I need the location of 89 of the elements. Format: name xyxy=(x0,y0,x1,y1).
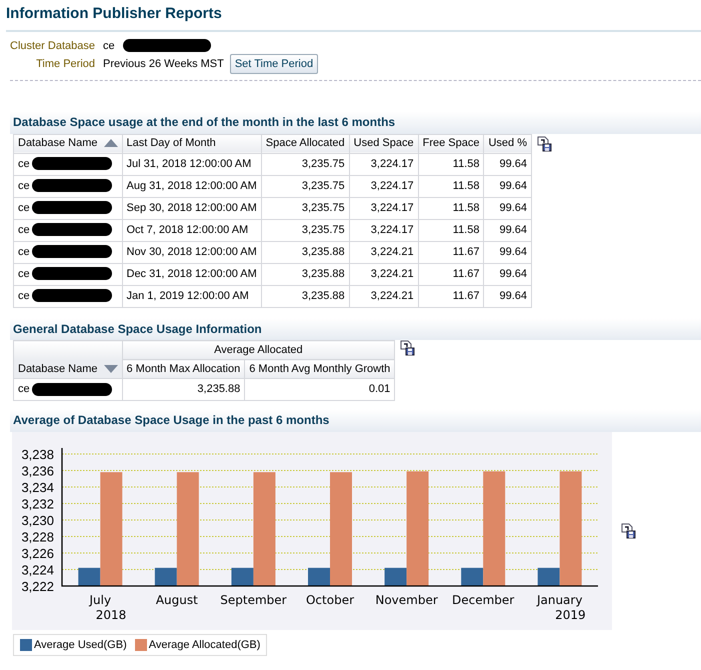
export-icon[interactable] xyxy=(536,136,552,152)
y-tick-label: 3,224 xyxy=(21,562,54,577)
x-tick-label: 2018 xyxy=(96,608,126,622)
section-title: Average of Database Space Usage in the past 6 months xyxy=(13,412,330,429)
table-cell: 0.01 xyxy=(244,378,395,400)
database-name: ce xyxy=(18,268,30,280)
column-header[interactable]: Last Day of Month xyxy=(122,134,262,153)
table-cell: Sep 30, 2018 12:00:00 AM xyxy=(122,197,262,219)
column-header[interactable]: Database Name xyxy=(14,360,122,378)
legend-label: Average Used(GB) xyxy=(34,638,127,652)
table-cell: 3,235.88 xyxy=(122,378,245,400)
table-cell: 11.58 xyxy=(418,219,484,241)
table-cell: 3,235.75 xyxy=(261,175,350,197)
x-tick-label: July xyxy=(90,592,112,606)
table-cell: 99.64 xyxy=(484,153,532,175)
field-value: ce xyxy=(103,38,115,54)
y-tick-label: 3,234 xyxy=(21,480,54,494)
table-cell: 99.64 xyxy=(484,285,532,307)
database-name: ce xyxy=(18,246,30,258)
table-cell: Dec 31, 2018 12:00:00 AM xyxy=(122,263,262,285)
page-title: Information Publisher Reports xyxy=(6,4,222,24)
table-cell: 3,235.88 xyxy=(261,263,350,285)
database-name: ce xyxy=(18,290,30,302)
column-header[interactable]: Space Allocated xyxy=(261,134,350,153)
table-cell: 99.64 xyxy=(484,175,532,197)
table-cell: 3,224.17 xyxy=(349,153,418,175)
sort-ascending-icon[interactable] xyxy=(104,139,118,148)
legend-label: Average Allocated(GB) xyxy=(148,638,260,652)
table-cell: 3,224.17 xyxy=(349,219,418,241)
column-header[interactable]: Database Name xyxy=(14,134,122,153)
set-time-period-button[interactable]: Set Time Period xyxy=(230,54,318,74)
column-header[interactable]: Free Space xyxy=(418,134,484,153)
table-cell: Jan 1, 2019 12:00:00 AM xyxy=(122,285,262,307)
column-header[interactable]: 6 Month Avg Monthly Growth xyxy=(244,360,395,378)
table-cell: 11.58 xyxy=(418,197,484,219)
section-title: Database Space usage at the end of the month in the last 6 months xyxy=(13,114,396,131)
y-tick-label: 3,238 xyxy=(21,446,54,462)
y-tick-label: 3,228 xyxy=(21,529,54,544)
table-cell: Oct 7, 2018 12:00:00 AM xyxy=(122,219,262,241)
field-label: Time Period xyxy=(35,56,95,72)
database-name: ce xyxy=(18,158,30,170)
export-icon[interactable] xyxy=(399,340,416,356)
table-cell: 3,235.75 xyxy=(261,219,350,241)
export-icon[interactable] xyxy=(620,522,636,538)
y-tick-label: 3,236 xyxy=(21,463,54,478)
table-cell: 3,224.17 xyxy=(349,175,418,197)
column-header[interactable]: Used % xyxy=(484,134,532,153)
database-name: ce xyxy=(18,180,30,192)
table-cell: Aug 31, 2018 12:00:00 AM xyxy=(122,175,262,197)
table-cell: 99.64 xyxy=(484,197,532,219)
table-cell: 11.58 xyxy=(418,153,484,175)
table-cell: 11.67 xyxy=(418,241,484,263)
x-tick-label: August xyxy=(156,592,198,606)
table-cell: 3,224.21 xyxy=(349,241,418,263)
y-tick-label: 3,226 xyxy=(21,546,54,560)
database-name: ce xyxy=(18,383,30,396)
x-tick-label: October xyxy=(306,592,354,606)
section-title: General Database Space Usage Information xyxy=(13,320,262,338)
table-cell: 99.64 xyxy=(484,241,532,263)
database-name: ce xyxy=(18,202,30,214)
sort-descending-icon[interactable] xyxy=(104,364,118,373)
table-cell: 99.64 xyxy=(484,219,532,241)
table-cell: Jul 31, 2018 12:00:00 AM xyxy=(122,153,262,175)
table-cell: 99.64 xyxy=(484,263,532,285)
column-group-header: Average Allocated xyxy=(122,340,395,360)
column-header[interactable]: Used Space xyxy=(349,134,418,153)
field-value: Previous 26 Weeks MST xyxy=(103,56,224,72)
y-tick-label: 3,232 xyxy=(21,496,54,511)
field-label: Cluster Database xyxy=(10,38,95,54)
table-cell: 3,235.75 xyxy=(261,197,350,219)
table-cell: 11.58 xyxy=(418,175,484,197)
y-tick-label: 3,230 xyxy=(21,512,54,528)
table-cell: 3,235.88 xyxy=(261,285,350,307)
database-name: ce xyxy=(18,224,30,236)
x-tick-label: January xyxy=(536,592,582,606)
y-tick-label: 3,222 xyxy=(21,578,54,594)
table-cell: Nov 30, 2018 12:00:00 AM xyxy=(122,241,262,263)
table-cell: 3,235.75 xyxy=(261,153,350,175)
x-tick-label: 2019 xyxy=(555,608,586,622)
table-cell: 11.67 xyxy=(418,263,484,285)
table-cell: 11.67 xyxy=(418,285,484,307)
x-tick-label: December xyxy=(452,592,514,606)
column-header[interactable]: 6 Month Max Allocation xyxy=(122,360,245,378)
table-cell: 3,224.21 xyxy=(349,285,418,307)
table-cell: 3,235.88 xyxy=(261,241,350,263)
x-tick-label: November xyxy=(375,592,438,606)
table-cell: 3,224.21 xyxy=(349,263,418,285)
table-cell: 3,224.17 xyxy=(349,197,418,219)
x-tick-label: September xyxy=(220,592,287,606)
